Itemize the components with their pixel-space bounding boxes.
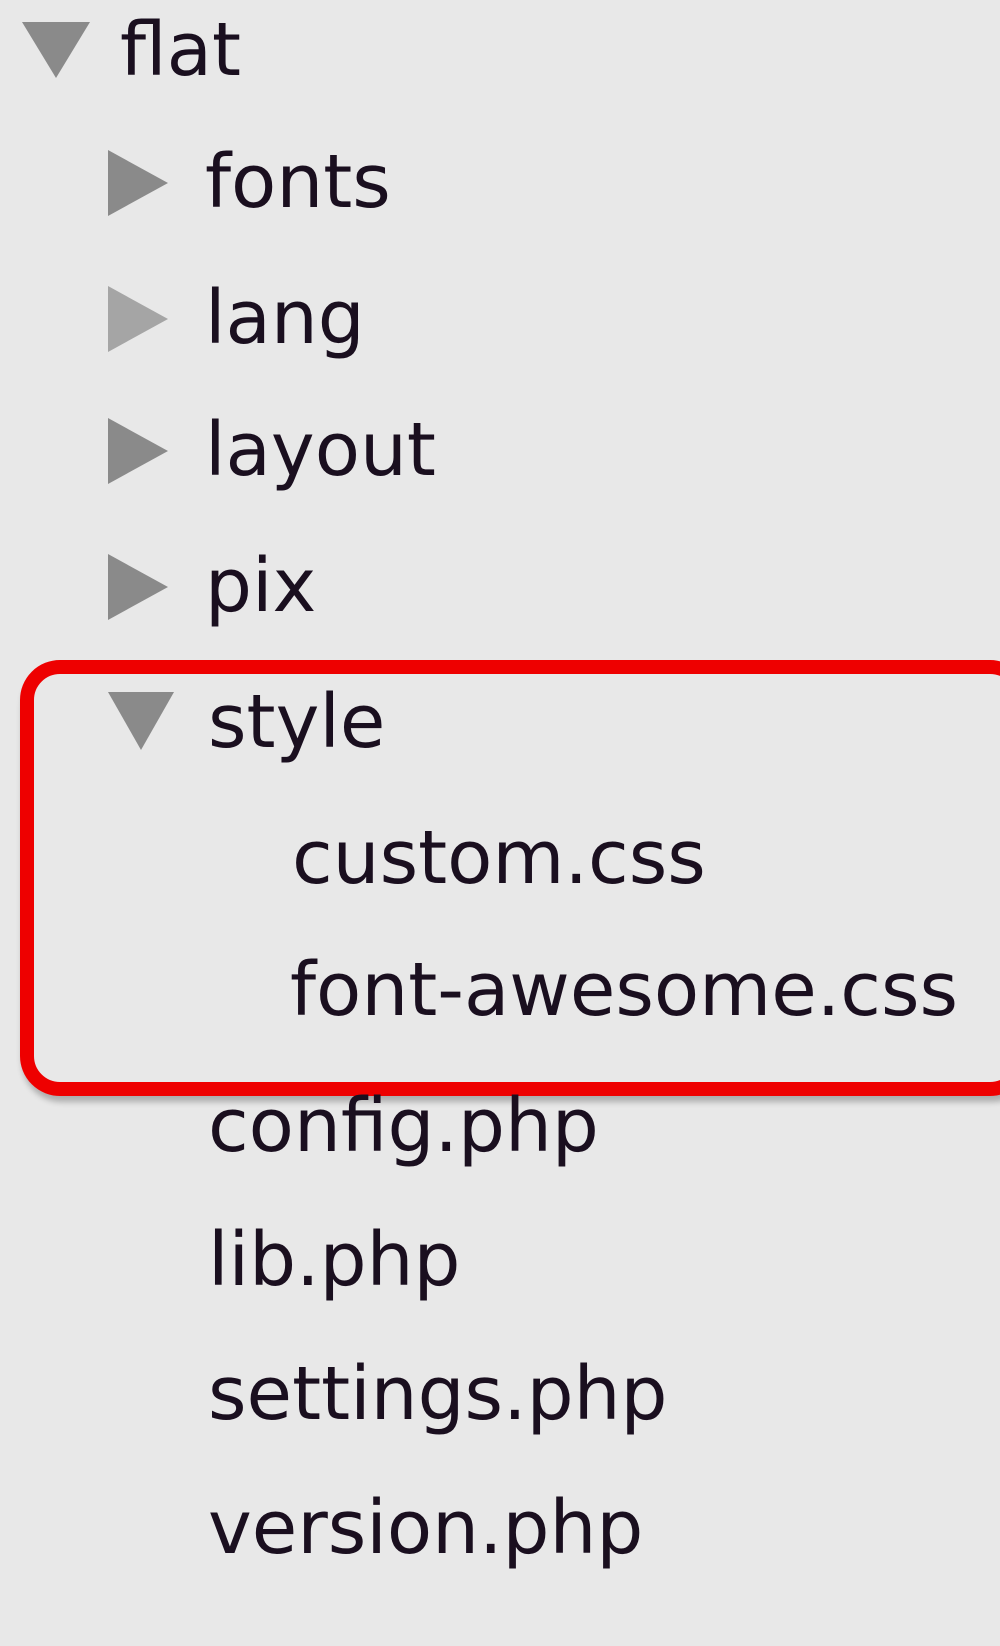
tree-item-label: custom.css — [292, 815, 706, 901]
tree-item-label: font-awesome.css — [290, 947, 959, 1033]
tree-item-label: pix — [205, 543, 317, 629]
tree-item-label: layout — [205, 407, 436, 493]
tree-item-label: version.php — [208, 1485, 644, 1571]
file-tree: flat fonts lang layout pix style custom.… — [0, 0, 1000, 1646]
tree-item-label: fonts — [205, 139, 391, 225]
tree-item-label: config.php — [208, 1083, 599, 1169]
triangle-right-icon[interactable] — [108, 418, 168, 484]
tree-item-label: lang — [205, 275, 365, 361]
tree-item-label: flat — [120, 7, 241, 93]
triangle-down-icon[interactable] — [108, 692, 174, 750]
triangle-right-icon[interactable] — [108, 150, 168, 216]
tree-item-label: settings.php — [208, 1351, 668, 1437]
triangle-down-icon[interactable] — [22, 22, 90, 78]
tree-item-label: lib.php — [208, 1217, 461, 1303]
tree-item-label: style — [208, 679, 386, 765]
triangle-right-icon[interactable] — [108, 554, 168, 620]
triangle-right-icon[interactable] — [108, 286, 168, 352]
